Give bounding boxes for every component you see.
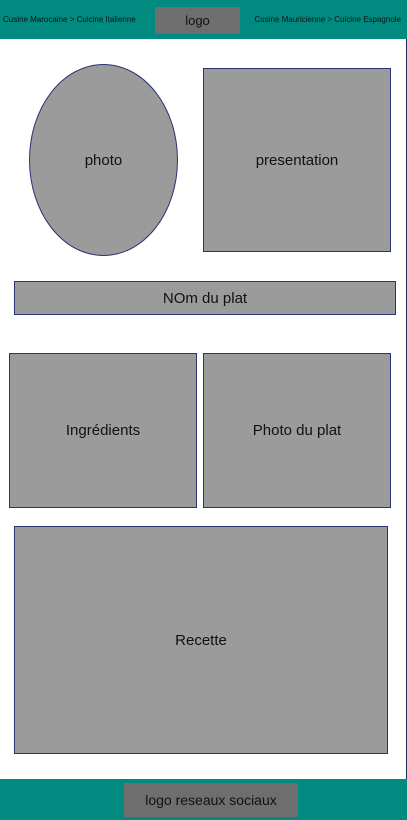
breadcrumb-right[interactable]: Cusine Mauricienne > Cuicine Espagnole xyxy=(254,15,401,25)
social-networks-logo[interactable]: logo reseaux sociaux xyxy=(124,783,298,817)
recipe-label: Recette xyxy=(175,631,227,649)
presentation-block: presentation xyxy=(203,68,391,252)
footer-bar: logo reseaux sociaux xyxy=(0,779,407,820)
photo-placeholder: photo xyxy=(29,64,178,256)
ingredients-block: Ingrédients xyxy=(9,353,197,508)
dish-photo-label: Photo du plat xyxy=(252,422,342,439)
dish-photo-block: Photo du plat xyxy=(203,353,391,508)
recipe-block: Recette xyxy=(14,526,388,754)
dish-name-label: NOm du plat xyxy=(162,289,248,307)
header-bar: Cusine Marocaine > Cuicine Italienne log… xyxy=(0,0,407,39)
photo-label: photo xyxy=(84,151,123,169)
dish-name-bar: NOm du plat xyxy=(14,281,396,315)
breadcrumb-left[interactable]: Cusine Marocaine > Cuicine Italienne xyxy=(3,15,136,25)
ingredients-label: Ingrédients xyxy=(65,422,141,439)
logo[interactable]: logo xyxy=(155,7,240,34)
presentation-label: presentation xyxy=(255,151,339,169)
